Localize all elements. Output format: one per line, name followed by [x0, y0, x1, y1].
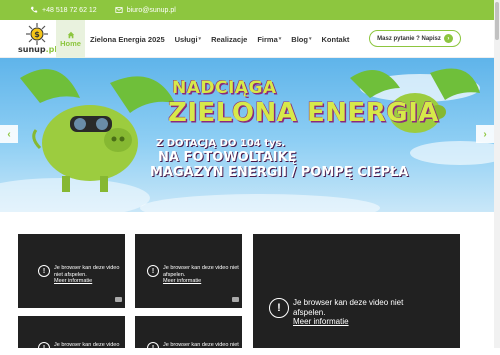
arrow-right-icon: › [443, 34, 453, 43]
video-player-4[interactable]: ! Je browser kan deze video niet afspele… [18, 316, 125, 355]
home-icon [67, 31, 74, 38]
chevron-right-icon: › [483, 128, 487, 140]
nav-item-blog[interactable]: Blog ▾ [286, 20, 316, 58]
top-contact-bar: +48 518 72 62 12 biuro@sunup.pl [0, 0, 494, 20]
nav-item-uslugi[interactable]: Usługi ▾ [170, 20, 206, 58]
svg-text:$: $ [34, 30, 40, 39]
cta-label: Masz pytanie ? Napisz [377, 35, 441, 42]
banner-line-5: MAGAZYN ENERGII / POMPĘ CIEPŁA [150, 165, 409, 180]
nav-item-zielona-energia[interactable]: Zielona Energia 2025 [85, 20, 170, 58]
youtube-icon [232, 297, 239, 302]
alert-icon: ! [147, 342, 159, 354]
youtube-icon [115, 297, 122, 302]
video-player-2[interactable]: ! Je browser kan deze video niet afspele… [135, 234, 242, 308]
chevron-down-icon: ▾ [198, 36, 202, 42]
alert-icon: ! [147, 265, 159, 277]
banner-line-1: NADCIĄGA [172, 78, 277, 98]
email-address: biuro@sunup.pl [126, 6, 176, 14]
phone-number: +48 518 72 62 12 [42, 6, 97, 14]
email-contact[interactable]: biuro@sunup.pl [115, 6, 176, 14]
banner-line-3: Z DOTACJĄ DO 104 tys. [156, 138, 286, 149]
chevron-left-icon: ‹ [7, 128, 11, 140]
alert-icon: ! [38, 342, 50, 354]
video-error-message: Je browser kan deze video niet afspelen. [293, 298, 404, 317]
video-error-message: Je browser kan deze video niet afspelen. [54, 342, 120, 355]
video-error-message: Je browser kan deze video niet afspelen. [163, 265, 239, 278]
video-player-5[interactable]: ! Je browser kan deze video niet afspele… [135, 316, 242, 355]
hero-banner: ‹ › NADCIĄGA ZIELONA ENERGIA Z DOTACJĄ D… [0, 58, 494, 212]
main-nav: Home Zielona Energia 2025 Usługi ▾ Realiz… [56, 20, 354, 58]
nav-item-kontakt[interactable]: Kontakt [316, 20, 354, 58]
alert-icon: ! [269, 298, 289, 318]
prev-slide-button[interactable]: ‹ [0, 125, 18, 143]
scrollbar-thumb[interactable] [495, 2, 499, 40]
banner-line-4: NA FOTOWOLTAIKĘ [158, 150, 297, 165]
mail-icon [115, 7, 123, 13]
nav-home[interactable]: Home [56, 20, 85, 58]
chevron-down-icon: ▾ [278, 36, 282, 42]
banner-line-2: ZIELONA ENERGIA [168, 98, 439, 128]
nav-item-realizacje[interactable]: Realizacje [206, 20, 252, 58]
sunup-logo[interactable]: $ sunup.pl [18, 23, 58, 57]
alert-icon: ! [38, 265, 50, 277]
page-scrollbar[interactable] [494, 0, 500, 348]
next-slide-button[interactable]: › [476, 125, 494, 143]
more-info-link[interactable]: Meer informatie [293, 317, 433, 327]
more-info-link[interactable]: Meer informatie [54, 278, 125, 285]
video-player-1[interactable]: ! Je browser kan deze video niet afspele… [18, 234, 125, 308]
site-header: $ sunup.pl Home Zielona Energia 2025 Usł… [0, 20, 494, 58]
sun-logo-icon: $ [26, 23, 48, 45]
video-player-3[interactable]: ! Je browser kan deze video niet afspele… [253, 234, 460, 348]
video-error-message: Je browser kan deze video niet afspelen. [163, 342, 239, 355]
video-error-message: Je browser kan deze video niet afspelen. [54, 265, 120, 278]
logo-text: sunup.pl [18, 45, 58, 54]
chevron-down-icon: ▾ [308, 36, 312, 42]
phone-contact[interactable]: +48 518 72 62 12 [30, 6, 97, 14]
video-grid: ! Je browser kan deze video niet afspele… [0, 212, 494, 355]
nav-item-firma[interactable]: Firma ▾ [252, 20, 286, 58]
nav-home-label: Home [60, 38, 81, 48]
more-info-link[interactable]: Meer informatie [163, 278, 242, 285]
phone-icon [30, 6, 38, 13]
ask-question-button[interactable]: Masz pytanie ? Napisz › [369, 30, 461, 47]
